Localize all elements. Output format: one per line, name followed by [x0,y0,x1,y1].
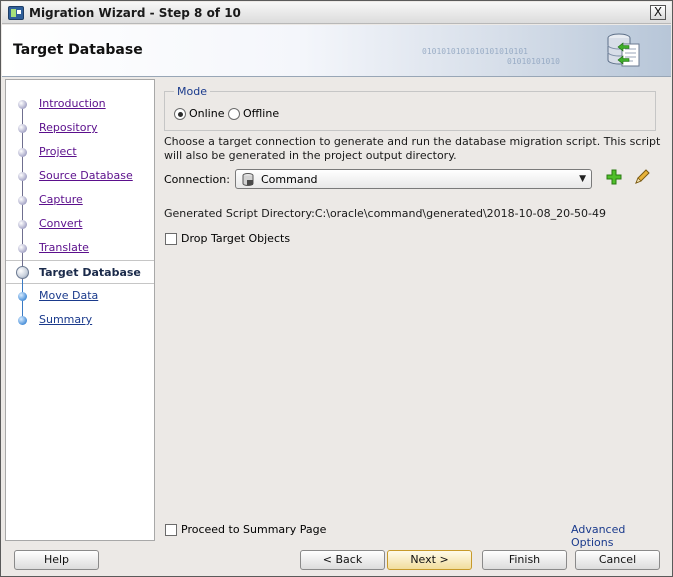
radio-unselected-icon[interactable] [228,107,240,120]
database-icon [242,173,254,186]
checkbox-box[interactable] [165,523,177,536]
drop-target-objects-checkbox[interactable]: Drop Target Objects [165,232,290,245]
wizard-steps-nav: Introduction Repository Project Source D… [5,79,155,541]
nav-step-label[interactable]: Capture [39,193,83,206]
header-decoration-text: 01010101010 [507,57,560,66]
radio-selected-icon[interactable] [174,107,186,120]
page-title: Target Database [13,42,143,58]
nav-step-project[interactable]: Project [6,136,154,164]
nav-step-translate[interactable]: Translate [6,232,154,260]
nav-step-label: Target Database [39,266,141,279]
offline-radio-label[interactable]: Offline [243,107,279,120]
database-migration-icon [607,33,640,67]
back-button[interactable]: < Back [300,550,385,570]
help-button[interactable]: Help [14,550,99,570]
finish-button[interactable]: Finish [482,550,567,570]
connection-label: Connection: [164,173,230,186]
migration-wizard-window: Migration Wizard - Step 8 of 10 X Target… [0,0,673,577]
nav-step-label[interactable]: Translate [39,241,89,254]
close-button[interactable]: X [650,5,666,20]
nav-step-label[interactable]: Move Data [39,289,98,302]
nav-step-target-database[interactable]: Target Database [6,257,154,285]
nav-step-label[interactable]: Introduction [39,97,106,110]
nav-step-label[interactable]: Repository [39,121,98,134]
online-radio-label[interactable]: Online [189,107,224,120]
step-content-panel: Mode Online Offline Choose a target conn… [156,79,670,549]
description-text: Choose a target connection to generate a… [164,135,661,162]
header-decoration-text: 0101010101010101010101 [422,47,528,56]
step-bead-icon [18,172,27,181]
proceed-to-summary-label[interactable]: Proceed to Summary Page [181,523,326,536]
generated-script-directory: Generated Script Directory:C:\oracle\com… [164,207,607,220]
step-bead-icon [18,220,27,229]
nav-step-source-database[interactable]: Source Database [6,160,154,188]
step-bead-icon [18,148,27,157]
step-bead-icon [18,244,27,253]
nav-step-label[interactable]: Project [39,145,77,158]
nav-step-label[interactable]: Source Database [39,169,133,182]
nav-step-summary[interactable]: Summary [6,304,154,332]
add-icon[interactable] [605,168,623,186]
step-bead-icon [18,124,27,133]
mode-legend: Mode [174,85,210,98]
app-icon [8,6,24,20]
window-title: Migration Wizard - Step 8 of 10 [29,6,241,20]
nav-step-capture[interactable]: Capture [6,184,154,212]
mode-group: Mode Online Offline [164,85,656,131]
nav-step-move-data[interactable]: Move Data [6,280,154,308]
step-bead-icon [18,316,27,325]
offline-radio[interactable]: Offline [228,107,279,120]
nav-step-repository[interactable]: Repository [6,112,154,140]
pencil-icon[interactable] [633,168,651,186]
title-bar: Migration Wizard - Step 8 of 10 X [2,2,671,24]
step-bead-icon [18,196,27,205]
advanced-options-link[interactable]: Advanced Options [571,523,670,549]
current-step-icon [16,266,29,279]
next-button[interactable]: Next > [387,550,472,570]
nav-step-label[interactable]: Summary [39,313,92,326]
cancel-button[interactable]: Cancel [575,550,660,570]
connection-select[interactable]: Command ▼ [235,169,592,189]
step-bead-icon [18,100,27,109]
dropdown-arrow-icon[interactable]: ▼ [579,174,586,184]
proceed-to-summary-checkbox[interactable]: Proceed to Summary Page [165,523,326,536]
checkbox-box[interactable] [165,232,177,245]
nav-step-introduction[interactable]: Introduction [6,92,154,120]
online-radio[interactable]: Online [174,107,224,120]
drop-target-objects-label[interactable]: Drop Target Objects [181,232,290,245]
nav-step-label[interactable]: Convert [39,217,83,230]
connection-value: Command [261,173,318,186]
step-bead-icon [18,292,27,301]
nav-step-convert[interactable]: Convert [6,208,154,236]
wizard-header: Target Database 0101010101010101010101 0… [2,25,671,77]
